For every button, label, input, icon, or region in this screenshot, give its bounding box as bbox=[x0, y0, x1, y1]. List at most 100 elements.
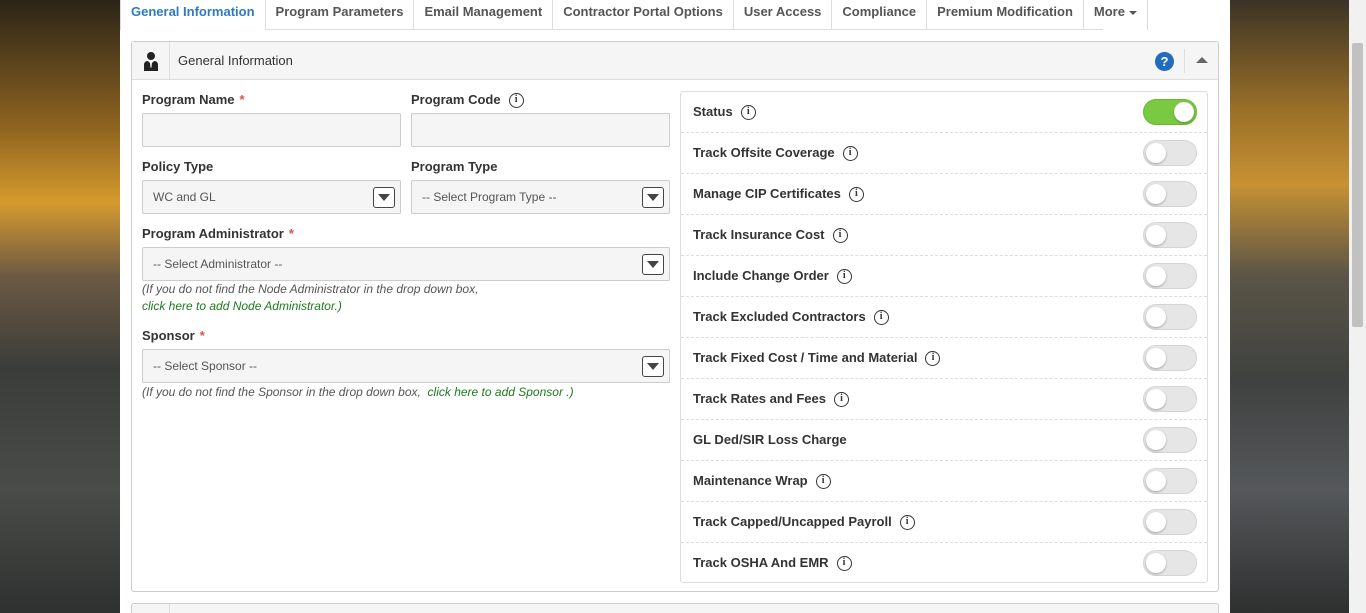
page-scrollbar[interactable] bbox=[1349, 0, 1366, 613]
background-right bbox=[1229, 0, 1366, 613]
toggle-row: Track Insurance Cost i bbox=[681, 215, 1207, 256]
toggle-knob bbox=[1146, 266, 1166, 286]
collapse-button[interactable] bbox=[1184, 49, 1218, 73]
toggle-switch[interactable] bbox=[1143, 140, 1197, 166]
toggle-switch[interactable] bbox=[1143, 386, 1197, 412]
add-sponsor-link[interactable]: click here to add Sponsor .) bbox=[428, 385, 574, 399]
program-type-label: Program Type bbox=[411, 159, 498, 174]
toggle-knob bbox=[1146, 389, 1166, 409]
program-type-select[interactable]: -- Select Program Type -- bbox=[411, 180, 670, 214]
background-left bbox=[0, 0, 120, 613]
toggle-knob bbox=[1146, 512, 1166, 532]
panel-title: General Information bbox=[178, 53, 293, 68]
toggle-row: Status i bbox=[681, 92, 1207, 133]
toggle-label-text: Track OSHA And EMR bbox=[693, 555, 829, 570]
toggle-label: Track Excluded Contractors i bbox=[693, 309, 889, 326]
info-icon[interactable]: i bbox=[740, 105, 756, 121]
toggle-label-text: Include Change Order bbox=[693, 268, 829, 283]
toggle-switch[interactable] bbox=[1143, 304, 1197, 330]
tab-label: Contractor Portal Options bbox=[563, 4, 723, 19]
toggle-switch[interactable] bbox=[1143, 550, 1197, 576]
sponsor-note: (If you do not find the Sponsor in the d… bbox=[142, 385, 574, 399]
info-icon[interactable]: i bbox=[842, 146, 858, 162]
toggle-switch[interactable] bbox=[1143, 345, 1197, 371]
info-icon[interactable]: i bbox=[833, 392, 849, 408]
toggle-label: GL Ded/SIR Loss Charge bbox=[693, 432, 847, 447]
tab-email-management[interactable]: Email Management bbox=[414, 0, 554, 30]
panel-icon-slot bbox=[132, 604, 170, 613]
tab-premium-modification[interactable]: Premium Modification bbox=[927, 0, 1084, 30]
toggle-label-text: Track Excluded Contractors bbox=[693, 309, 866, 324]
tab-compliance[interactable]: Compliance bbox=[832, 0, 928, 30]
program-code-input[interactable] bbox=[411, 113, 670, 147]
toggle-label-text: Maintenance Wrap bbox=[693, 473, 808, 488]
tab-label: User Access bbox=[743, 4, 822, 19]
toggle-switch[interactable] bbox=[1143, 99, 1197, 125]
toggle-row: Track Rates and Fees i bbox=[681, 379, 1207, 420]
toggle-switch[interactable] bbox=[1143, 263, 1197, 289]
info-icon[interactable]: i bbox=[848, 187, 864, 203]
toggle-label: Maintenance Wrap i bbox=[693, 473, 831, 490]
sponsor-select[interactable]: -- Select Sponsor -- bbox=[142, 349, 670, 383]
toggle-label: Track Offsite Coverage i bbox=[693, 145, 858, 162]
caret-down-icon bbox=[1128, 10, 1137, 15]
toggle-label: Track Insurance Cost i bbox=[693, 227, 848, 244]
tab-bar: General Information Program Parameters E… bbox=[120, 0, 1148, 30]
program-administrator-label: Program Administrator * bbox=[142, 226, 294, 241]
tab-program-parameters[interactable]: Program Parameters bbox=[266, 0, 415, 30]
help-icon[interactable]: ? bbox=[1155, 52, 1174, 71]
administrator-note-text: (If you do not find the Node Administrat… bbox=[142, 282, 479, 296]
toggle-switch[interactable] bbox=[1143, 222, 1197, 248]
toggle-row: Maintenance Wrap i bbox=[681, 461, 1207, 502]
tab-label: Program Parameters bbox=[275, 4, 404, 19]
toggle-label-text: Track Fixed Cost / Time and Material bbox=[693, 350, 918, 365]
chevron-down-icon bbox=[642, 254, 664, 275]
tab-label: Email Management bbox=[424, 4, 543, 19]
toggle-label-text: Track Insurance Cost bbox=[693, 227, 825, 242]
info-icon[interactable]: i bbox=[815, 474, 831, 490]
scrollbar-thumb[interactable] bbox=[1352, 43, 1363, 327]
info-icon[interactable]: i bbox=[836, 556, 852, 572]
add-node-administrator-link[interactable]: click here to add Node Administrator.) bbox=[142, 299, 342, 313]
toggle-label-text: Manage CIP Certificates bbox=[693, 186, 841, 201]
toggle-label: Manage CIP Certificates i bbox=[693, 186, 864, 203]
settings-toggle-list: Status i Track Offsite Coverage i Manage CIP… bbox=[680, 91, 1208, 583]
main-container: General Information Program Parameters E… bbox=[120, 0, 1230, 613]
toggle-row: Manage CIP Certificates i bbox=[681, 174, 1207, 215]
toggle-switch[interactable] bbox=[1143, 427, 1197, 453]
tab-contractor-portal-options[interactable]: Contractor Portal Options bbox=[553, 0, 734, 30]
tab-more[interactable]: More bbox=[1084, 0, 1148, 30]
select-value: -- Select Administrator -- bbox=[153, 257, 283, 271]
info-icon[interactable]: i bbox=[873, 310, 889, 326]
toggle-knob bbox=[1146, 348, 1166, 368]
info-icon[interactable]: i bbox=[832, 228, 848, 244]
toggle-label-text: Status bbox=[693, 104, 733, 119]
toggle-label-text: Track Offsite Coverage bbox=[693, 145, 835, 160]
tab-user-access[interactable]: User Access bbox=[734, 0, 833, 30]
toggle-label: Track Fixed Cost / Time and Material i bbox=[693, 350, 941, 367]
tab-label: More bbox=[1093, 4, 1125, 19]
toggle-knob bbox=[1146, 225, 1166, 245]
toggle-switch[interactable] bbox=[1143, 509, 1197, 535]
policy-type-select[interactable]: WC and GL bbox=[142, 180, 401, 214]
info-icon[interactable]: i bbox=[836, 269, 852, 285]
info-icon[interactable]: i bbox=[508, 93, 524, 109]
required-marker: * bbox=[239, 92, 245, 107]
toggle-row: Track Offsite Coverage i bbox=[681, 133, 1207, 174]
info-icon[interactable]: i bbox=[899, 515, 915, 531]
toggle-switch[interactable] bbox=[1143, 181, 1197, 207]
toggle-label-text: Track Rates and Fees bbox=[693, 391, 826, 406]
toggle-row: Track Fixed Cost / Time and Material i bbox=[681, 338, 1207, 379]
toggle-label-text: Track Capped/Uncapped Payroll bbox=[693, 514, 892, 529]
info-icon[interactable]: i bbox=[925, 351, 941, 367]
toggle-row: Include Change Order i bbox=[681, 256, 1207, 297]
toggle-label: Track OSHA And EMR i bbox=[693, 555, 852, 572]
program-name-input[interactable] bbox=[142, 113, 401, 147]
tab-label: Premium Modification bbox=[937, 4, 1073, 19]
next-panel-header bbox=[131, 603, 1219, 613]
toggle-switch[interactable] bbox=[1143, 468, 1197, 494]
toggle-knob bbox=[1146, 430, 1166, 450]
tab-general-information[interactable]: General Information bbox=[120, 0, 266, 30]
tab-label: General Information bbox=[131, 4, 255, 19]
program-administrator-select[interactable]: -- Select Administrator -- bbox=[142, 247, 670, 281]
